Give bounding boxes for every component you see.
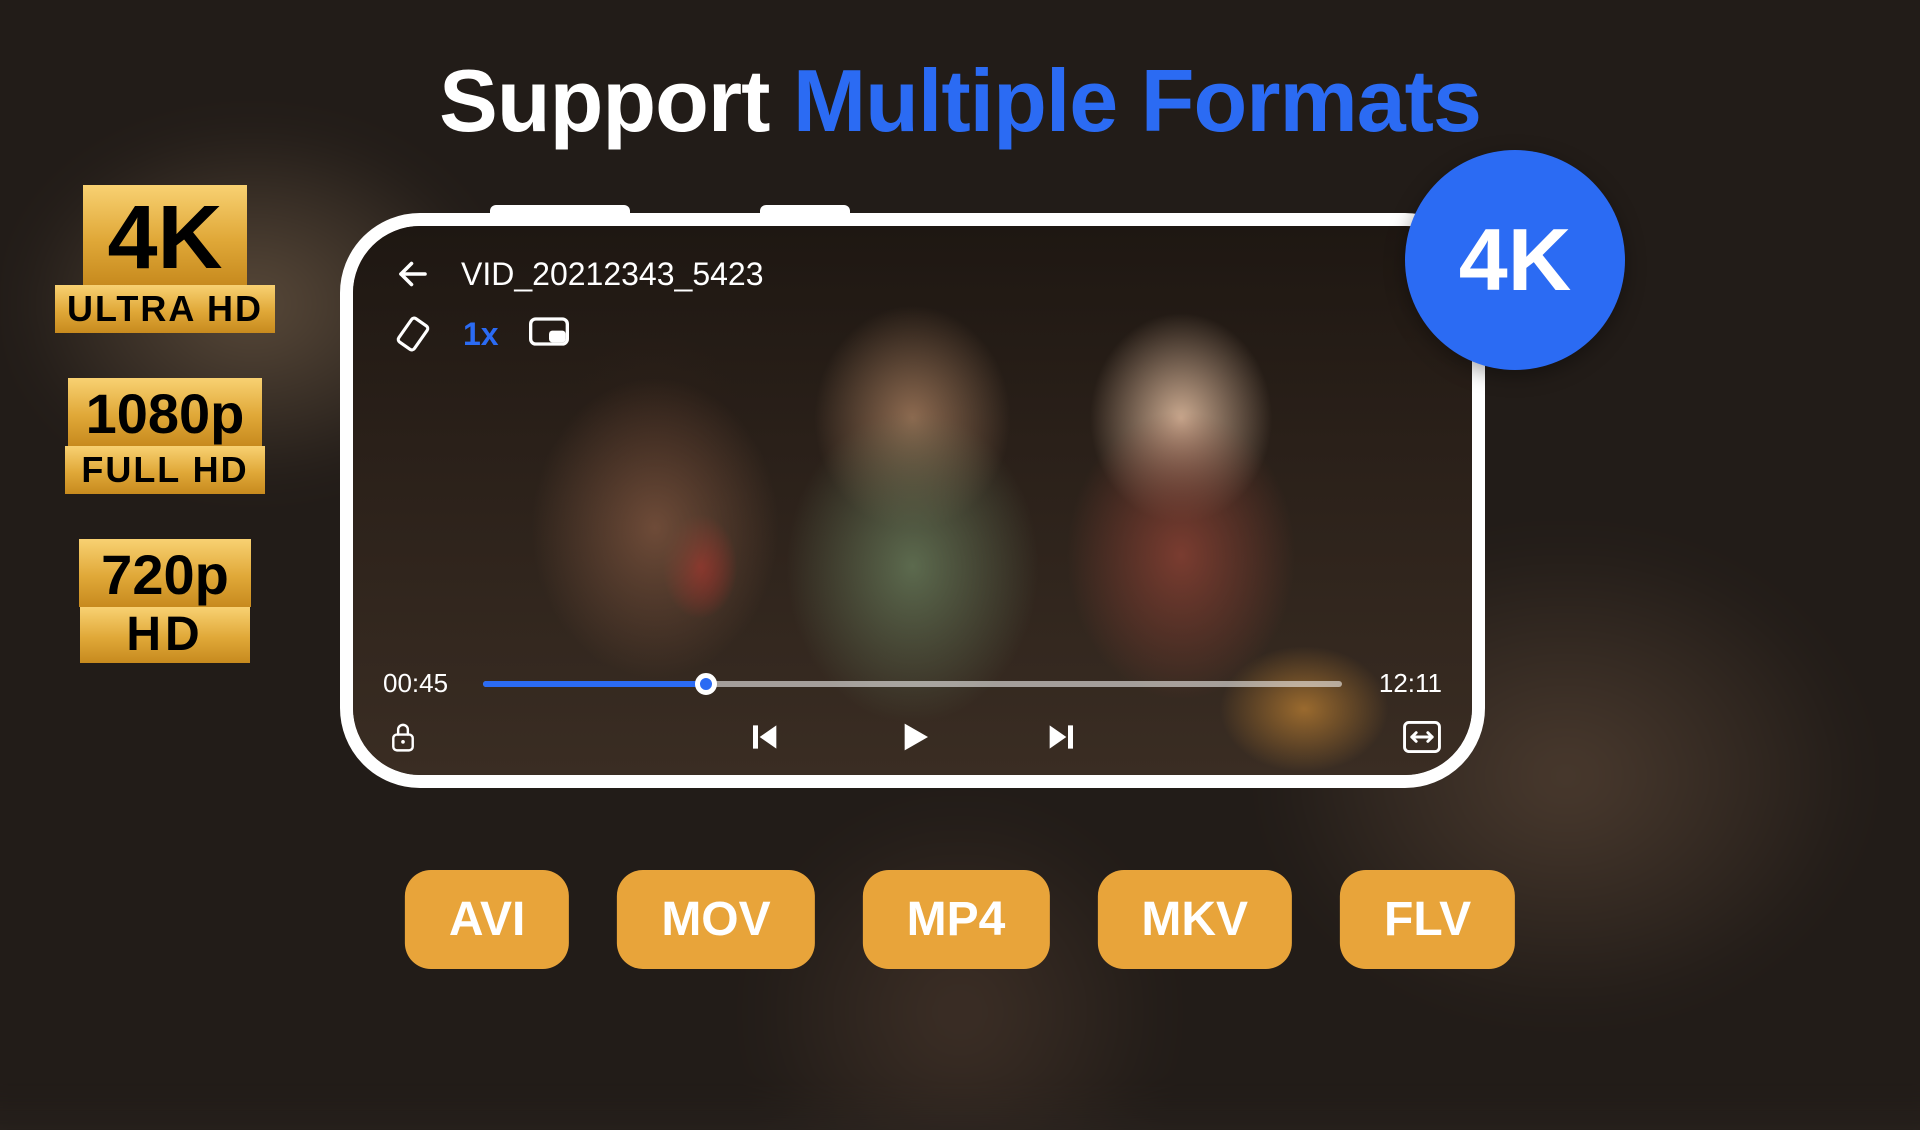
progress-row: 00:45 12:11 — [383, 668, 1442, 699]
arrow-left-icon — [395, 256, 431, 292]
hero-4k-label: 4K — [1459, 209, 1572, 311]
hero-4k-badge: 4K — [1405, 150, 1625, 370]
playback-speed-button[interactable]: 1x — [463, 316, 499, 353]
skip-previous-icon — [743, 717, 783, 757]
lock-button[interactable] — [383, 717, 423, 757]
seek-bar[interactable] — [483, 681, 1342, 687]
format-pill-mkv: MKV — [1097, 870, 1292, 969]
badge-line2: FULL HD — [65, 446, 265, 494]
lock-icon — [388, 720, 418, 754]
badge-line1: 720p — [79, 539, 251, 607]
format-pill-mov: MOV — [617, 870, 814, 969]
next-button[interactable] — [1043, 717, 1083, 757]
format-list: AVI MOV MP4 MKV FLV — [405, 870, 1515, 969]
badge-line2: HD — [80, 607, 250, 663]
player-bottom-bar: 00:45 12:11 — [383, 668, 1442, 757]
aspect-ratio-button[interactable] — [1402, 717, 1442, 757]
picture-in-picture-button[interactable] — [529, 314, 569, 354]
format-pill-flv: FLV — [1340, 870, 1515, 969]
rotate-button[interactable] — [393, 314, 433, 354]
controls-row — [383, 717, 1442, 757]
resolution-badge-4k: 4K ULTRA HD — [55, 185, 275, 333]
back-button[interactable] — [393, 254, 433, 294]
format-pill-mp4: MP4 — [863, 870, 1050, 969]
resolution-badge-list: 4K ULTRA HD 1080p FULL HD 720p HD — [55, 185, 275, 663]
play-icon — [893, 714, 933, 760]
play-button[interactable] — [893, 717, 933, 757]
badge-line2: ULTRA HD — [55, 285, 275, 333]
resolution-badge-720p: 720p HD — [55, 539, 275, 663]
title-part-1: Support — [439, 51, 793, 150]
resolution-badge-1080p: 1080p FULL HD — [55, 378, 275, 494]
elapsed-time: 00:45 — [383, 668, 463, 699]
page-title: Support Multiple Formats — [439, 50, 1481, 152]
seek-knob[interactable] — [695, 673, 717, 695]
transport-controls — [743, 717, 1083, 757]
total-duration: 12:11 — [1362, 668, 1442, 699]
previous-button[interactable] — [743, 717, 783, 757]
seek-fill — [483, 681, 706, 687]
player-top-bar: VID_20212343_5423 — [393, 254, 1432, 294]
badge-line1: 1080p — [68, 378, 263, 446]
pip-icon — [529, 317, 569, 351]
stretch-icon — [1403, 721, 1441, 753]
video-filename: VID_20212343_5423 — [461, 256, 764, 293]
format-pill-avi: AVI — [405, 870, 569, 969]
skip-next-icon — [1043, 717, 1083, 757]
phone-frame: VID_20212343_5423 1x 00:45 12:11 — [340, 213, 1485, 788]
player-options-row: 1x — [393, 314, 569, 354]
title-part-2: Multiple Formats — [793, 51, 1481, 150]
rotate-icon — [394, 315, 432, 353]
badge-line1: 4K — [83, 185, 246, 285]
